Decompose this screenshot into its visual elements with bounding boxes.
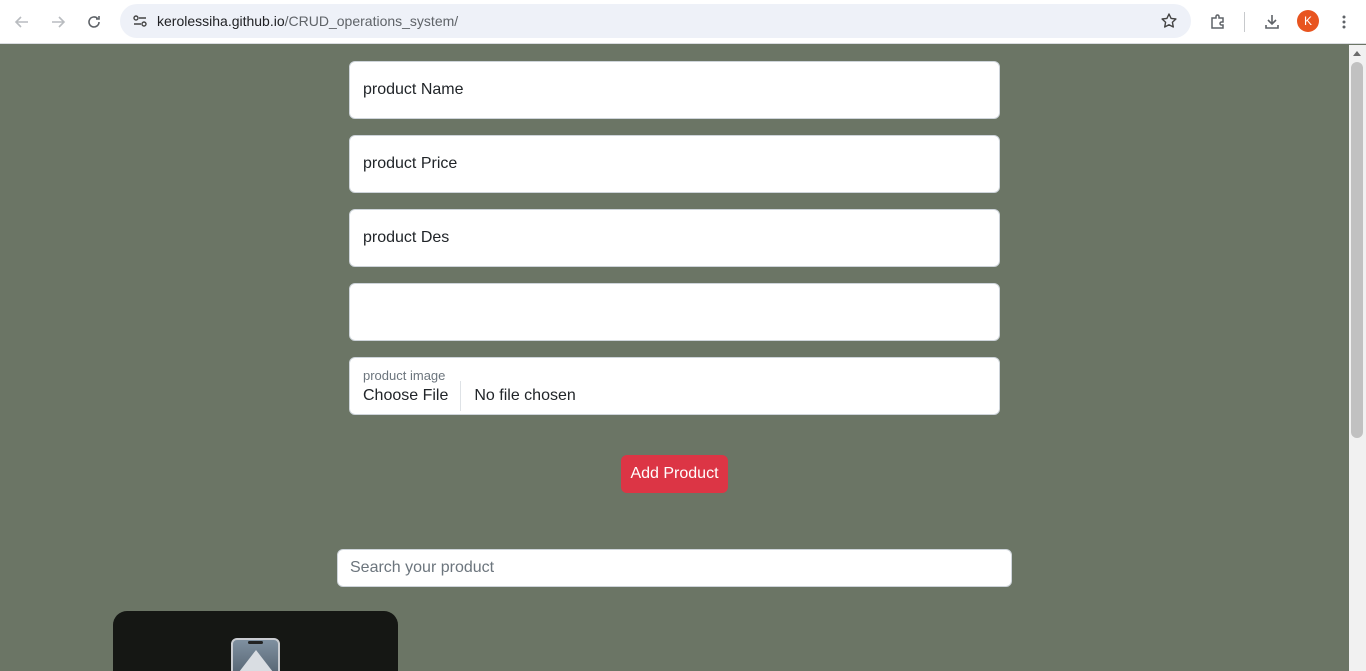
product-name-input[interactable] — [350, 62, 999, 118]
forward-icon[interactable] — [44, 8, 72, 36]
address-bar[interactable]: kerolessiha.github.io/CRUD_operations_sy… — [120, 4, 1191, 38]
site-info-icon[interactable] — [126, 7, 154, 35]
search-input[interactable] — [338, 550, 1011, 586]
reload-icon[interactable] — [80, 8, 108, 36]
add-product-button[interactable]: Add Product — [621, 455, 728, 493]
search-field[interactable] — [337, 549, 1012, 587]
product-category-input[interactable] — [350, 284, 999, 340]
browser-toolbar: kerolessiha.github.io/CRUD_operations_sy… — [0, 0, 1366, 44]
more-icon[interactable] — [1330, 8, 1358, 36]
product-category-field[interactable] — [349, 283, 1000, 341]
extensions-icon[interactable] — [1204, 8, 1232, 36]
profile-avatar[interactable]: K — [1297, 10, 1319, 32]
choose-file-button[interactable]: Choose File — [350, 381, 462, 411]
product-image — [231, 638, 280, 671]
product-des-input[interactable] — [350, 210, 999, 266]
download-icon[interactable] — [1258, 8, 1286, 36]
toolbar-separator — [1244, 12, 1245, 32]
back-icon[interactable] — [8, 8, 36, 36]
product-price-field[interactable] — [349, 135, 1000, 193]
star-icon[interactable] — [1155, 7, 1183, 35]
file-status-text: No file chosen — [474, 387, 576, 404]
product-des-field[interactable] — [349, 209, 1000, 267]
url-text: kerolessiha.github.io/CRUD_operations_sy… — [157, 13, 459, 29]
scroll-up-arrow-icon[interactable] — [1353, 51, 1361, 56]
product-name-field[interactable] — [349, 61, 1000, 119]
page-scrollbar[interactable] — [1349, 45, 1366, 671]
product-card — [113, 611, 398, 671]
product-price-input[interactable] — [350, 136, 999, 192]
scroll-thumb[interactable] — [1351, 62, 1363, 438]
product-image-field[interactable]: product image Choose File No file chosen — [349, 357, 1000, 415]
